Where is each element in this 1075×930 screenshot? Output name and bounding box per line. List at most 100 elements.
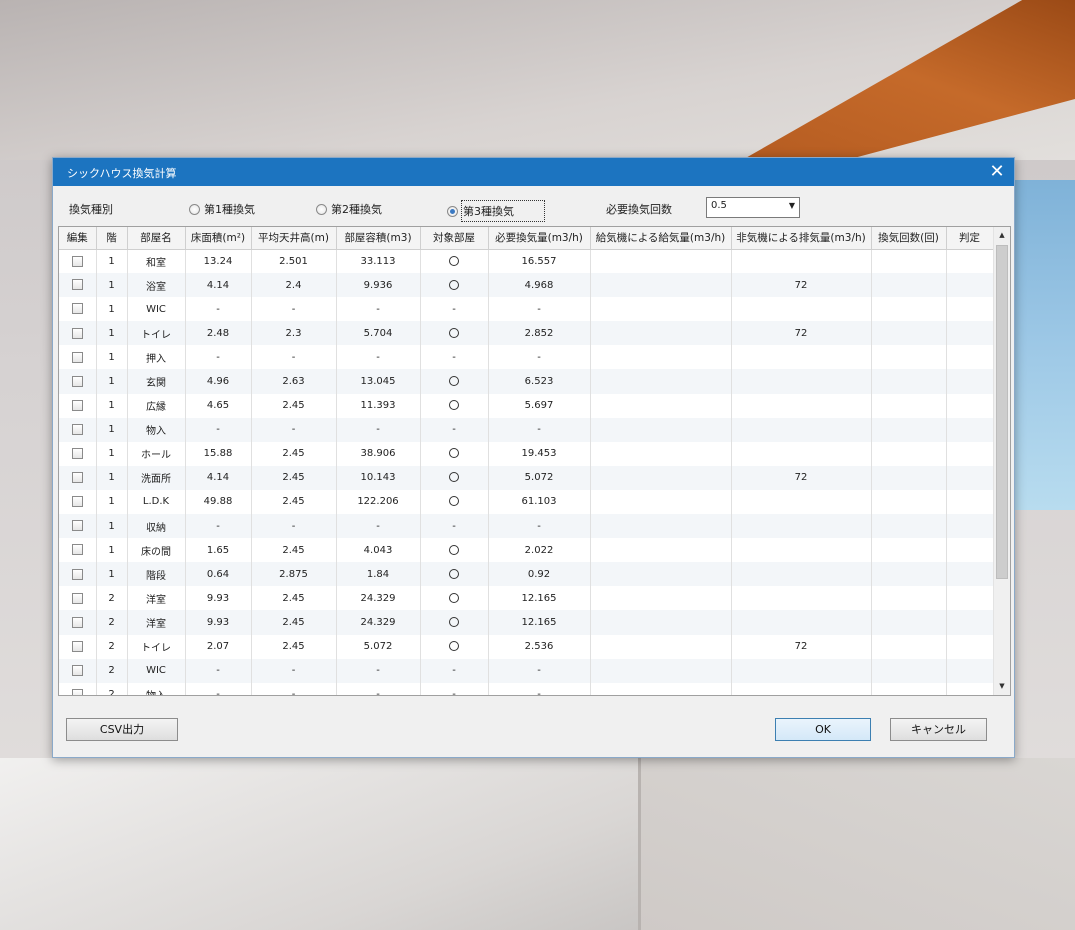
room-name-cell[interactable]: 押入 (127, 345, 186, 370)
air-change-rate-cell[interactable] (871, 610, 947, 635)
edit-cell[interactable] (59, 562, 97, 587)
edit-cell[interactable] (59, 658, 97, 683)
ceiling-height-cell[interactable]: 2.63 (251, 369, 337, 394)
room-volume-cell[interactable]: 4.043 (336, 538, 421, 563)
room-volume-cell[interactable]: 10.143 (336, 465, 421, 490)
edit-checkbox[interactable] (71, 592, 83, 604)
required-ventilation-cell[interactable]: 2.536 (488, 634, 591, 659)
floor-cell[interactable]: 2 (96, 586, 128, 611)
room-volume-cell[interactable]: 11.393 (336, 393, 421, 418)
floor-cell[interactable]: 2 (96, 682, 128, 695)
edit-checkbox[interactable] (71, 688, 83, 695)
target-room-cell[interactable] (420, 586, 489, 611)
supply-volume-cell[interactable] (590, 610, 732, 635)
edit-cell[interactable] (59, 417, 97, 442)
exhaust-volume-cell[interactable]: 72 (731, 634, 872, 659)
floor-cell[interactable]: 1 (96, 393, 128, 418)
room-name-cell[interactable]: 物入 (127, 417, 186, 442)
floor-area-cell[interactable]: 15.88 (185, 441, 252, 466)
table-row[interactable]: 1 物入 - - - - - (59, 417, 994, 442)
room-name-cell[interactable]: 収納 (127, 514, 186, 539)
room-name-cell[interactable]: 玄関 (127, 369, 186, 394)
edit-checkbox[interactable] (71, 279, 83, 291)
target-room-cell[interactable]: - (420, 514, 489, 539)
edit-checkbox[interactable] (71, 496, 83, 508)
room-name-cell[interactable]: トイレ (127, 321, 186, 346)
judgement-cell[interactable] (946, 465, 994, 490)
edit-checkbox[interactable] (71, 616, 83, 628)
target-room-cell[interactable]: - (420, 345, 489, 370)
header-target-room[interactable]: 対象部屋 (420, 227, 489, 250)
floor-area-cell[interactable]: - (185, 417, 252, 442)
air-change-rate-cell[interactable] (871, 273, 947, 298)
vertical-scrollbar[interactable]: ▲ ▼ (993, 227, 1010, 695)
table-row[interactable]: 1 押入 - - - - - (59, 345, 994, 370)
edit-cell[interactable] (59, 249, 97, 274)
supply-volume-cell[interactable] (590, 441, 732, 466)
ceiling-height-cell[interactable]: 2.3 (251, 321, 337, 346)
required-ventilation-cell[interactable]: - (488, 297, 591, 322)
target-room-cell[interactable] (420, 321, 489, 346)
judgement-cell[interactable] (946, 634, 994, 659)
supply-volume-cell[interactable] (590, 345, 732, 370)
floor-area-cell[interactable]: - (185, 514, 252, 539)
floor-cell[interactable]: 1 (96, 417, 128, 442)
room-volume-cell[interactable]: 122.206 (336, 489, 421, 515)
floor-area-cell[interactable]: 9.93 (185, 586, 252, 611)
floor-area-cell[interactable]: 2.48 (185, 321, 252, 346)
header-supply-volume[interactable]: 給気機による給気量(m3/h) (590, 227, 732, 250)
floor-cell[interactable]: 1 (96, 562, 128, 587)
edit-checkbox[interactable] (71, 375, 83, 387)
target-room-cell[interactable] (420, 273, 489, 298)
target-room-cell[interactable]: - (420, 658, 489, 683)
target-room-cell[interactable] (420, 369, 489, 394)
ceiling-height-cell[interactable]: 2.501 (251, 249, 337, 274)
supply-volume-cell[interactable] (590, 321, 732, 346)
judgement-cell[interactable] (946, 610, 994, 635)
air-change-rate-cell[interactable] (871, 297, 947, 322)
target-room-cell[interactable]: - (420, 682, 489, 695)
supply-volume-cell[interactable] (590, 489, 732, 515)
ceiling-height-cell[interactable]: 2.45 (251, 610, 337, 635)
table-row[interactable]: 1 階段 0.64 2.875 1.84 0.92 (59, 562, 994, 587)
ceiling-height-cell[interactable]: 2.45 (251, 489, 337, 515)
exhaust-volume-cell[interactable]: 72 (731, 465, 872, 490)
cancel-button[interactable]: キャンセル (890, 718, 987, 741)
edit-cell[interactable] (59, 321, 97, 346)
supply-volume-cell[interactable] (590, 465, 732, 490)
supply-volume-cell[interactable] (590, 634, 732, 659)
required-ventilation-cell[interactable]: 12.165 (488, 586, 591, 611)
edit-cell[interactable] (59, 682, 97, 695)
floor-cell[interactable]: 1 (96, 345, 128, 370)
radio-type-3-indicator[interactable] (447, 205, 458, 217)
chevron-down-icon[interactable]: ▼ (789, 201, 795, 210)
floor-area-cell[interactable]: 0.64 (185, 562, 252, 587)
air-change-rate-cell[interactable] (871, 321, 947, 346)
floor-cell[interactable]: 1 (96, 297, 128, 322)
required-ventilation-cell[interactable]: - (488, 345, 591, 370)
judgement-cell[interactable] (946, 658, 994, 683)
exhaust-volume-cell[interactable] (731, 345, 872, 370)
table-row[interactable]: 1 洗面所 4.14 2.45 10.143 5.072 72 (59, 465, 994, 490)
table-row[interactable]: 1 浴室 4.14 2.4 9.936 4.968 72 (59, 273, 994, 298)
supply-volume-cell[interactable] (590, 514, 732, 539)
floor-area-cell[interactable]: 2.07 (185, 634, 252, 659)
edit-cell[interactable] (59, 538, 97, 563)
air-change-rate-cell[interactable] (871, 417, 947, 442)
ceiling-height-cell[interactable]: 2.45 (251, 465, 337, 490)
edit-checkbox[interactable] (71, 472, 83, 484)
air-change-rate-cell[interactable] (871, 393, 947, 418)
radio-type-2-indicator[interactable] (316, 203, 327, 215)
edit-cell[interactable] (59, 489, 97, 515)
ok-button[interactable]: OK (775, 718, 871, 741)
exhaust-volume-cell[interactable] (731, 586, 872, 611)
air-change-rate-cell[interactable] (871, 465, 947, 490)
floor-area-cell[interactable]: - (185, 682, 252, 695)
room-name-cell[interactable]: WIC (127, 658, 186, 683)
air-change-rate-cell[interactable] (871, 345, 947, 370)
floor-cell[interactable]: 1 (96, 273, 128, 298)
judgement-cell[interactable] (946, 345, 994, 370)
judgement-cell[interactable] (946, 393, 994, 418)
air-change-rate-cell[interactable] (871, 441, 947, 466)
judgement-cell[interactable] (946, 249, 994, 274)
